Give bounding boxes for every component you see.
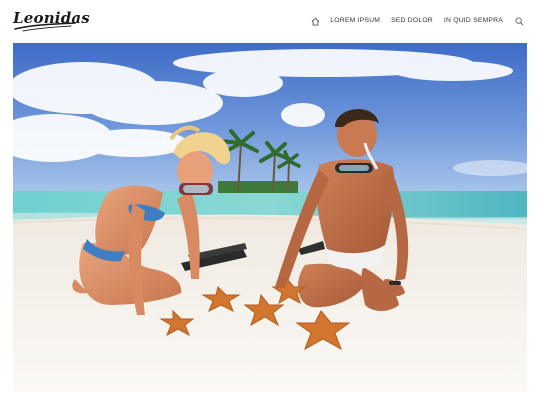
site-header: Leonidas LOREM IPSUM SED DOLOR IN QUID S… <box>0 0 540 42</box>
nav-item-lorem-ipsum[interactable]: LOREM IPSUM <box>330 14 380 28</box>
search-icon[interactable] <box>515 16 524 26</box>
hero-image <box>13 43 527 392</box>
nav-item-sed-dolor[interactable]: SED DOLOR <box>391 14 433 28</box>
site-logo[interactable]: Leonidas <box>13 8 90 32</box>
sand <box>13 214 527 392</box>
main-nav: LOREM IPSUM SED DOLOR IN QUID SEMPRA <box>310 14 524 28</box>
nav-item-in-quid-sempra[interactable]: IN QUID SEMPRA <box>444 14 503 28</box>
home-icon[interactable] <box>310 16 320 26</box>
page: Leonidas LOREM IPSUM SED DOLOR IN QUID S… <box>0 0 540 405</box>
logo-swoosh <box>14 22 76 32</box>
